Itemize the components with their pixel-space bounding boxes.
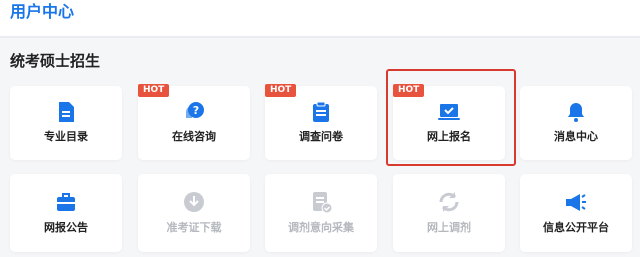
tile-survey[interactable]: HOT 调查问卷: [265, 84, 377, 160]
tile-label: 在线咨询: [172, 130, 216, 143]
tile-label: 网上报名: [427, 130, 471, 143]
clipboard-icon: [313, 101, 329, 122]
tile-major-catalog[interactable]: 专业目录: [10, 86, 122, 160]
tile-adjustment-intent[interactable]: 调剂意向采集: [265, 174, 377, 252]
tile-info-disclosure[interactable]: 信息公开平台: [520, 174, 632, 252]
hot-badge: HOT: [138, 84, 170, 97]
tile-message-center[interactable]: 消息中心: [520, 86, 632, 160]
tile-label: 网报公告: [44, 221, 88, 234]
tile-label: 调查问卷: [299, 130, 343, 143]
tile-label: 信息公开平台: [543, 221, 609, 234]
page-header: 用户中心: [0, 0, 640, 38]
page-title: 用户中心: [10, 2, 75, 21]
tile-label: 专业目录: [44, 130, 88, 143]
header-divider: [0, 36, 640, 38]
svg-text:?: ?: [193, 104, 199, 117]
refresh-icon: [439, 192, 459, 212]
section-title: 统考硕士招生: [10, 52, 101, 70]
form-check-icon: [313, 192, 333, 214]
hot-badge: HOT: [393, 84, 425, 97]
tile-online-registration[interactable]: HOT 网上报名: [393, 84, 505, 160]
briefcase-icon: [57, 193, 75, 211]
tile-label: 调剂意向采集: [288, 221, 354, 234]
tile-label: 准考证下载: [166, 221, 222, 234]
tile-label: 网上调剂: [427, 221, 471, 234]
tile-admission-ticket[interactable]: 准考证下载: [138, 174, 250, 252]
tile-announcement[interactable]: 网报公告: [10, 174, 122, 252]
bell-icon: [568, 103, 584, 122]
hot-badge: HOT: [265, 84, 297, 97]
tile-online-adjustment[interactable]: 网上调剂: [393, 174, 505, 252]
download-icon: [184, 192, 204, 212]
tile-label: 消息中心: [554, 130, 598, 143]
chat-question-icon: ?: [186, 102, 204, 118]
megaphone-icon: [566, 194, 586, 211]
document-icon: [59, 102, 74, 122]
laptop-check-icon: [438, 104, 460, 120]
tile-online-consult[interactable]: HOT ? 在线咨询: [138, 84, 250, 160]
